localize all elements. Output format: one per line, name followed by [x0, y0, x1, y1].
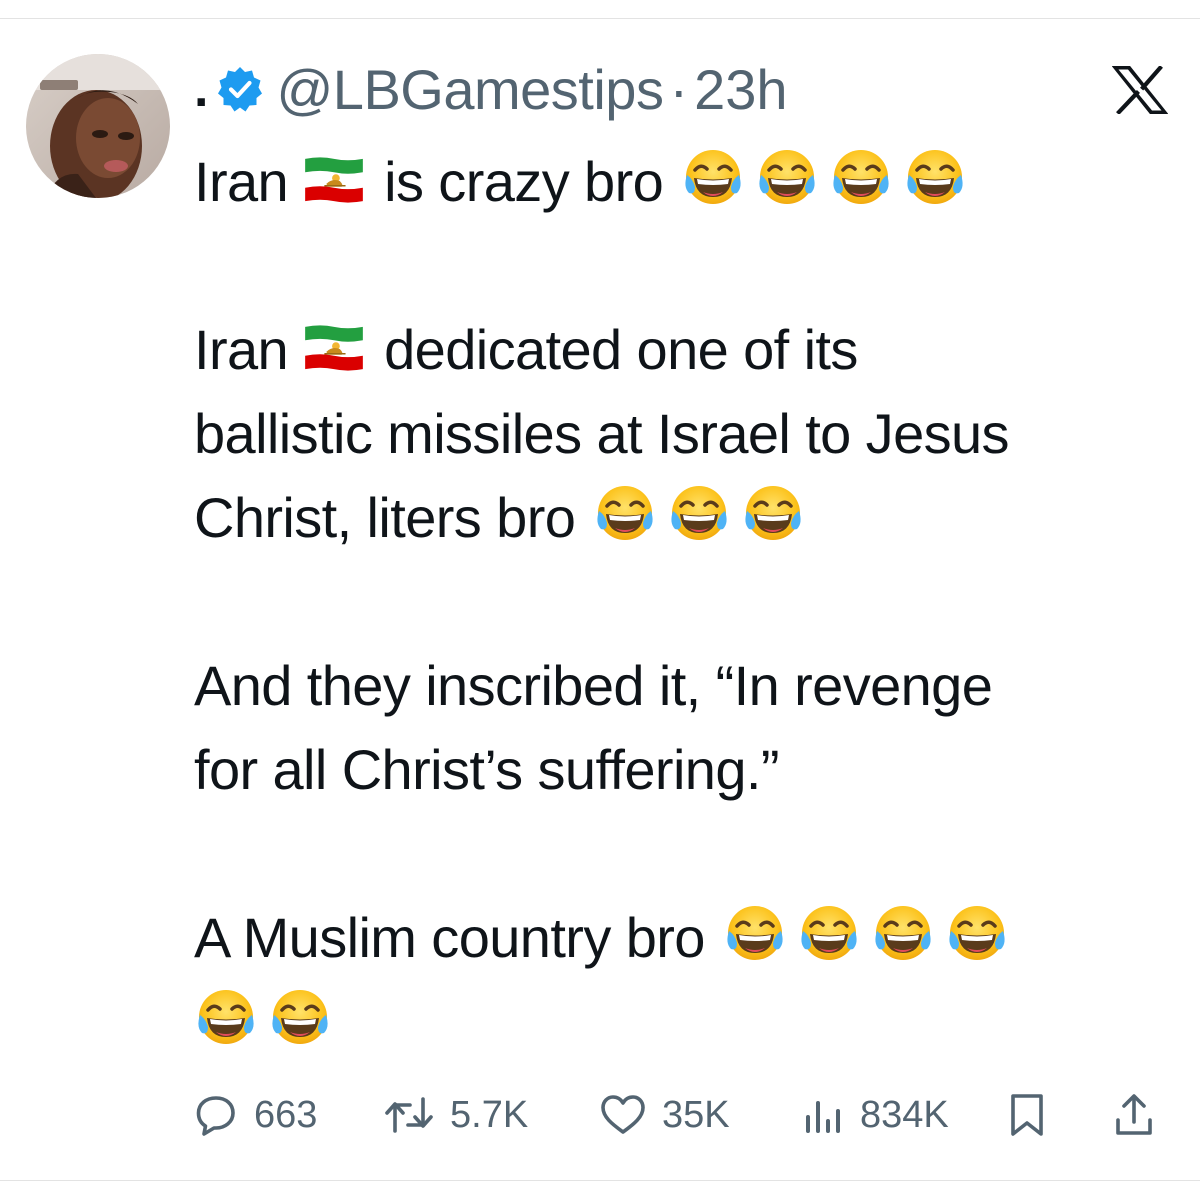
text-line: Iran is crazy bro — [194, 140, 1184, 224]
tweet-header: . @LBGamestips · 23h — [194, 56, 788, 122]
post-timestamp[interactable]: 23h — [694, 57, 787, 122]
laughing-emoji-icon — [194, 985, 258, 1049]
iran-flag-icon — [302, 323, 366, 373]
laughing-emoji-icon — [797, 901, 861, 965]
text-line: ballistic missiles at Israel to Jesus — [194, 402, 1010, 465]
laughing-emoji-icon — [755, 145, 819, 209]
x-logo-icon — [1112, 66, 1168, 114]
reply-button[interactable]: 663 — [194, 1093, 384, 1137]
laughing-emoji-icon — [593, 481, 657, 545]
tweet-text: Iran is crazy bro Iran dedicated one of it… — [194, 140, 1184, 1064]
like-count: 35K — [662, 1093, 730, 1136]
text-line: for all Christ’s suffering.” — [194, 738, 780, 801]
text-line: A Muslim country bro — [194, 896, 1184, 980]
repost-count: 5.7K — [450, 1093, 529, 1136]
bottom-divider — [0, 1180, 1200, 1181]
laughing-emoji-icon — [681, 145, 745, 209]
avatar-image — [26, 54, 170, 198]
heart-icon — [601, 1095, 645, 1134]
laughing-emoji-icon — [268, 985, 332, 1049]
text-line: Christ, liters bro — [194, 476, 1184, 560]
reply-count: 663 — [254, 1093, 318, 1136]
text-segment: Christ, liters bro — [194, 486, 576, 549]
like-button[interactable]: 35K — [600, 1094, 800, 1137]
laughing-emoji-icon — [871, 901, 935, 965]
share-button[interactable] — [1112, 1092, 1156, 1138]
action-bar: 663 5.7K 35K 834K — [194, 1090, 1168, 1140]
text-segment: dedicated one of its — [384, 318, 858, 381]
text-line: Iran dedicated one of its — [194, 308, 1184, 392]
laughing-emoji-icon — [829, 145, 893, 209]
text-segment: is crazy bro — [384, 150, 664, 213]
top-divider — [0, 18, 1200, 19]
text-line: And they inscribed it, “In revenge — [194, 654, 993, 717]
laughing-emoji-icon — [723, 901, 787, 965]
analytics-icon — [806, 1101, 840, 1133]
repost-icon — [385, 1097, 433, 1133]
user-handle[interactable]: @LBGamestips — [276, 57, 663, 122]
repost-button[interactable]: 5.7K — [384, 1093, 600, 1137]
display-name[interactable]: . — [194, 59, 208, 119]
laughing-emoji-icon — [903, 145, 967, 209]
text-line — [194, 980, 1184, 1064]
iran-flag-icon — [302, 155, 366, 205]
verified-badge-icon — [216, 65, 264, 113]
share-icon — [1116, 1094, 1152, 1135]
laughing-emoji-icon — [741, 481, 805, 545]
text-segment: Iran — [194, 318, 289, 381]
reply-icon — [196, 1096, 235, 1136]
view-count: 834K — [860, 1093, 949, 1136]
laughing-emoji-icon — [945, 901, 1009, 965]
avatar[interactable] — [26, 54, 170, 198]
laughing-emoji-icon — [667, 481, 731, 545]
text-segment: Iran — [194, 150, 289, 213]
separator-dot: · — [669, 57, 689, 121]
views-button[interactable]: 834K — [800, 1093, 1008, 1137]
text-segment: A Muslim country bro — [194, 906, 705, 969]
bookmark-button[interactable] — [1008, 1092, 1112, 1138]
bookmark-icon — [1011, 1094, 1043, 1136]
